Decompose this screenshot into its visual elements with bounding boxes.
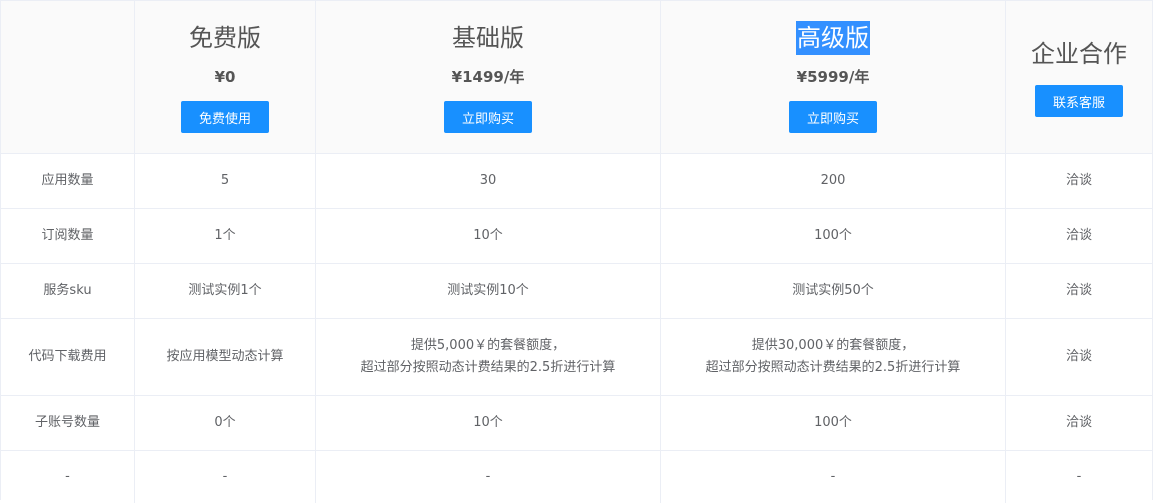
table-cell: 测试实例10个 — [316, 264, 661, 318]
table-row: 订阅数量 1个 10个 100个 洽谈 — [1, 209, 1152, 264]
buy-advanced-button[interactable]: 立即购买 — [789, 101, 877, 133]
table-row: - - - - - — [1, 451, 1152, 503]
contact-support-button[interactable]: 联系客服 — [1035, 85, 1123, 117]
table-row: 代码下载费用 按应用模型动态计算 提供5,000￥的套餐额度， 超过部分按照动态… — [1, 319, 1152, 396]
table-cell: 洽谈 — [1065, 283, 1092, 298]
table-cell: - — [1076, 469, 1082, 484]
plan-name: 企业合作 — [1031, 40, 1127, 68]
table-cell: 测试实例50个 — [661, 264, 1006, 318]
table-row: 服务sku 测试实例1个 测试实例10个 测试实例50个 洽谈 — [1, 264, 1152, 319]
table-cell: 洽谈 — [1065, 228, 1092, 243]
table-cell: 100个 — [661, 396, 1006, 450]
buy-basic-button[interactable]: 立即购买 — [444, 101, 532, 133]
row-label: 应用数量 — [1, 154, 135, 208]
table-cell: 测试实例1个 — [135, 264, 316, 318]
table-row: 应用数量 5 30 200 洽谈 — [1, 154, 1152, 209]
row-label: 订阅数量 — [1, 209, 135, 263]
table-cell: 100个 — [661, 209, 1006, 263]
table-cell: 30 — [316, 154, 661, 208]
plan-price: ¥0 — [214, 68, 236, 86]
table-cell: 1个 — [135, 209, 316, 263]
table-cell: 10个 — [316, 209, 661, 263]
header-empty-cell — [1, 1, 135, 153]
plan-advanced: 高级版 ¥5999/年 立即购买 — [661, 1, 1006, 153]
table-cell: - — [661, 451, 1006, 503]
table-cell: 洽谈 — [1065, 173, 1092, 188]
plan-name: 免费版 — [189, 24, 261, 52]
pricing-table: 免费版 ¥0 免费使用 基础版 ¥1499/年 立即购买 高级版 ¥5999/年… — [0, 0, 1153, 503]
plan-free: 免费版 ¥0 免费使用 — [135, 1, 316, 153]
table-cell: 提供30,000￥的套餐额度， 超过部分按照动态计费结果的2.5折进行计算 — [661, 319, 1006, 395]
free-use-button[interactable]: 免费使用 — [181, 101, 269, 133]
row-label: - — [1, 451, 135, 503]
table-cell: 10个 — [316, 396, 661, 450]
table-cell: 按应用模型动态计算 — [135, 319, 316, 395]
table-row: 子账号数量 0个 10个 100个 洽谈 — [1, 396, 1152, 451]
plan-price: ¥1499/年 — [451, 68, 525, 86]
plan-price: ¥5999/年 — [796, 68, 870, 86]
row-label: 子账号数量 — [1, 396, 135, 450]
plan-name: 高级版 — [796, 21, 870, 55]
plan-basic: 基础版 ¥1499/年 立即购买 — [316, 1, 661, 153]
table-cell: - — [316, 451, 661, 503]
table-cell: 200 — [661, 154, 1006, 208]
table-cell: 洽谈 — [1065, 415, 1092, 430]
table-cell: 洽谈 — [1065, 349, 1092, 364]
table-cell: - — [135, 451, 316, 503]
row-label: 服务sku — [1, 264, 135, 318]
row-label: 代码下载费用 — [1, 319, 135, 395]
plan-name: 基础版 — [452, 24, 524, 52]
table-cell: 0个 — [135, 396, 316, 450]
pricing-header-row: 免费版 ¥0 免费使用 基础版 ¥1499/年 立即购买 高级版 ¥5999/年… — [1, 0, 1152, 154]
table-cell: 提供5,000￥的套餐额度， 超过部分按照动态计费结果的2.5折进行计算 — [316, 319, 661, 395]
plan-enterprise: 企业合作 联系客服 — [1006, 1, 1152, 153]
table-cell: 5 — [135, 154, 316, 208]
